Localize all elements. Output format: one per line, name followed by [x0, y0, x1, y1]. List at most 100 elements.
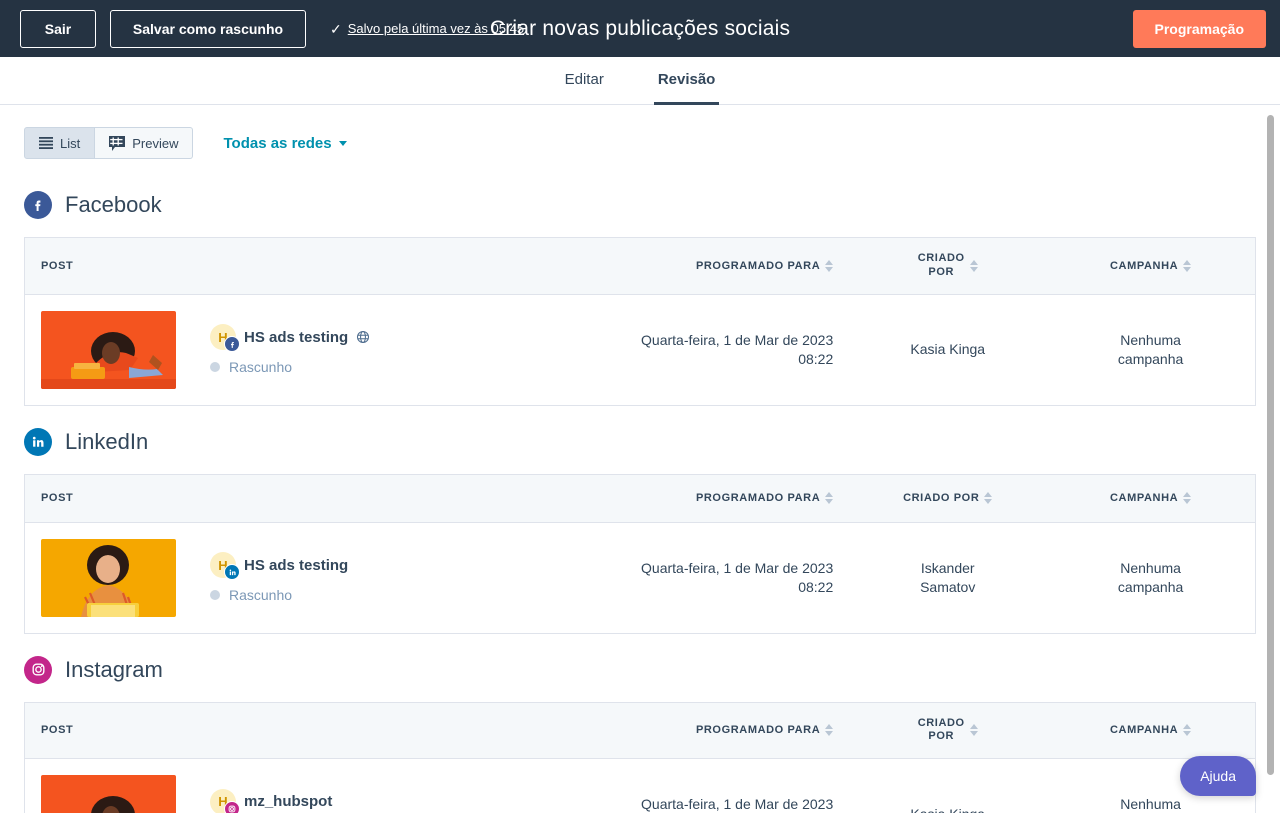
table-row[interactable]: H HS ads testing Rascunho Quarta-feira, …: [25, 294, 1256, 405]
campaign-line-2: campanha: [1117, 350, 1184, 367]
sort-icon: [825, 724, 834, 737]
table-row[interactable]: H mz_hubspot Quarta-feira, 1 de Mar de 2…: [25, 759, 1256, 813]
avatar: H: [210, 788, 240, 813]
globe-icon: [356, 330, 370, 344]
tab-bar: Editar Revisão: [0, 57, 1280, 105]
campaign-cell: Nenhuma campanha: [1046, 294, 1255, 405]
help-button[interactable]: Ajuda: [1180, 756, 1256, 796]
view-mode-list-button[interactable]: List: [24, 127, 96, 159]
sort-icon: [1183, 492, 1192, 504]
column-header-post[interactable]: POST: [24, 474, 616, 523]
posts-table-instagram: POST PROGRAMADO PARA CRIADO POR CAMPANHA…: [24, 701, 1256, 813]
network-name-facebook: Facebook: [65, 192, 162, 217]
status-dot-icon: [210, 362, 220, 372]
column-header-created-by[interactable]: CRIADO POR: [849, 702, 1047, 759]
created-by-line-2: Samatov: [920, 578, 976, 595]
scheduled-date: Quarta-feira, 1 de Mar de 2023: [641, 559, 834, 576]
view-mode-toggle: List Preview: [24, 127, 194, 159]
table-header-row: POST PROGRAMADO PARA CRIADO POR CAMPANHA: [24, 237, 1256, 295]
tab-revisao[interactable]: Revisão: [653, 57, 720, 105]
network-header-instagram: Instagram: [24, 655, 1256, 684]
scheduled-cell: Quarta-feira, 1 de Mar de 2023 08:22: [615, 522, 849, 633]
instagram-icon: [24, 655, 52, 684]
last-saved-status: ✓ Salvo pela última vez às 05:45: [330, 21, 524, 36]
network-name-linkedin: LinkedIn: [65, 428, 149, 454]
column-header-campaign[interactable]: CAMPANHA: [1046, 474, 1256, 523]
scheduled-cell: Quarta-feira, 1 de Mar de 2023 08:22: [615, 759, 849, 813]
posts-table-facebook: POST PROGRAMADO PARA CRIADO POR CAMPANHA…: [24, 237, 1256, 406]
created-by-cell: Kasia Kinga: [849, 759, 1046, 813]
schedule-button[interactable]: Programação: [1132, 9, 1266, 48]
column-header-scheduled[interactable]: PROGRAMADO PARA: [615, 702, 850, 759]
sort-icon: [969, 259, 978, 272]
view-mode-preview-button[interactable]: Preview: [95, 127, 194, 159]
created-by-line-1: Iskander: [920, 559, 975, 576]
column-header-created-by[interactable]: CRIADO POR: [849, 474, 1047, 523]
status-dot-icon: [210, 590, 220, 600]
tab-editar[interactable]: Editar: [561, 57, 608, 105]
network-section-linkedin: LinkedIn POST PROGRAMADO PARA CRIADO POR…: [24, 427, 1256, 634]
table-row[interactable]: H HS ads testing Rascunho Quarta-feira, …: [25, 522, 1256, 633]
linkedin-icon: [24, 427, 52, 456]
preview-grid-icon: [109, 135, 126, 151]
view-mode-list-label: List: [60, 135, 81, 151]
post-cell: H HS ads testing Rascunho: [25, 522, 616, 633]
network-header-linkedin: LinkedIn: [24, 427, 1256, 456]
review-content: List Preview Todas as redes Facebook POS…: [0, 105, 1280, 813]
instagram-badge-icon: [224, 800, 240, 813]
view-toolbar: List Preview Todas as redes: [24, 105, 1256, 169]
last-saved-link[interactable]: Salvo pela última vez às 05:45: [348, 21, 524, 36]
vertical-scrollbar[interactable]: [1267, 105, 1274, 813]
post-cell: H mz_hubspot: [25, 759, 616, 813]
post-account-name: HS ads testing: [244, 328, 349, 346]
posts-table-linkedin: POST PROGRAMADO PARA CRIADO POR CAMPANHA…: [24, 473, 1256, 634]
exit-button[interactable]: Sair: [20, 9, 96, 48]
post-account-name: HS ads testing: [244, 556, 349, 574]
campaign-line-1: Nenhuma: [1120, 796, 1181, 813]
linkedin-badge-icon: [224, 564, 240, 580]
column-header-campaign[interactable]: CAMPANHA: [1046, 702, 1256, 759]
column-header-campaign[interactable]: CAMPANHA: [1046, 237, 1256, 295]
save-as-draft-button[interactable]: Salvar como rascunho: [110, 9, 306, 48]
facebook-badge-icon: [224, 336, 240, 352]
table-header-row: POST PROGRAMADO PARA CRIADO POR CAMPANHA: [24, 474, 1256, 523]
network-filter-dropdown[interactable]: Todas as redes: [223, 134, 347, 152]
scheduled-time: 08:22: [798, 578, 834, 595]
scheduled-date: Quarta-feira, 1 de Mar de 2023: [641, 331, 834, 348]
facebook-icon: [24, 191, 52, 219]
network-section-facebook: Facebook POST PROGRAMADO PARA CRIADO POR…: [24, 191, 1256, 406]
post-thumbnail[interactable]: [41, 310, 176, 389]
sort-icon: [1183, 259, 1192, 272]
created-by-cell: Iskander Samatov: [849, 522, 1046, 633]
network-name-instagram: Instagram: [65, 656, 163, 682]
post-account-name: mz_hubspot: [244, 793, 333, 810]
status-badge: Rascunho: [229, 359, 293, 375]
post-cell: H HS ads testing Rascunho: [25, 294, 616, 405]
list-icon: [39, 137, 53, 149]
app-header: Sair Salvar como rascunho ✓ Salvo pela ú…: [0, 0, 1280, 57]
column-header-post[interactable]: POST: [24, 702, 616, 759]
network-header-facebook: Facebook: [24, 191, 1256, 219]
chevron-down-icon: [338, 140, 347, 146]
scheduled-cell: Quarta-feira, 1 de Mar de 2023 08:22: [615, 294, 849, 405]
campaign-cell: Nenhuma campanha: [1046, 522, 1255, 633]
column-header-scheduled[interactable]: PROGRAMADO PARA: [615, 237, 850, 295]
column-header-post[interactable]: POST: [24, 237, 616, 295]
sort-icon: [969, 724, 978, 737]
scrollbar-thumb[interactable]: [1267, 115, 1274, 775]
post-thumbnail[interactable]: [41, 538, 176, 617]
network-filter-label: Todas as redes: [223, 134, 332, 152]
sort-icon: [984, 492, 993, 504]
campaign-line-2: campanha: [1117, 578, 1184, 595]
table-header-row: POST PROGRAMADO PARA CRIADO POR CAMPANHA: [24, 702, 1256, 759]
campaign-line-1: Nenhuma: [1120, 331, 1181, 348]
column-header-scheduled[interactable]: PROGRAMADO PARA: [615, 474, 850, 523]
sort-icon: [825, 492, 834, 504]
network-section-instagram: Instagram POST PROGRAMADO PARA CRIADO PO…: [24, 655, 1256, 813]
scheduled-date: Quarta-feira, 1 de Mar de 2023: [641, 796, 834, 813]
column-header-created-by[interactable]: CRIADO POR: [849, 237, 1047, 295]
sort-icon: [1183, 724, 1192, 737]
scheduled-time: 08:22: [798, 350, 834, 367]
created-by-cell: Kasia Kinga: [910, 341, 986, 358]
post-thumbnail[interactable]: [41, 775, 176, 813]
